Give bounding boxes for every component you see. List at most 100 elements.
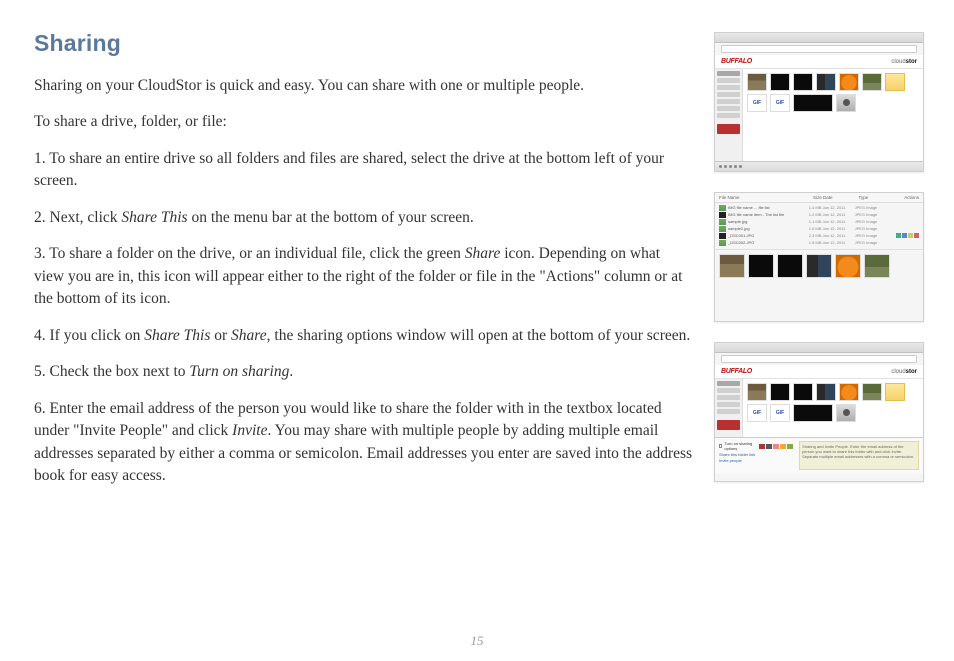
toolbar-icon xyxy=(719,165,722,168)
buffalo-logo: BUFFALO xyxy=(721,58,752,65)
file-type: JPEG Image xyxy=(848,205,883,210)
file-type: JPEG Image xyxy=(848,219,883,224)
file-icon xyxy=(719,233,726,239)
sidebar-item xyxy=(717,85,740,90)
share-link: Share this folder link xyxy=(719,452,755,457)
intro-paragraph: Sharing on your CloudStor is quick and e… xyxy=(34,75,694,97)
thumbnail-image xyxy=(747,73,767,91)
filmstrip-image xyxy=(719,254,745,278)
mini-thumbnails xyxy=(759,444,793,449)
thumbnail-image xyxy=(836,94,856,112)
thumbnail-file: GIF xyxy=(747,404,767,422)
file-actions xyxy=(884,233,919,239)
sidebar-item xyxy=(717,409,740,414)
document-text-column: Sharing Sharing on your CloudStor is qui… xyxy=(34,30,694,502)
screenshot-column: BUFFALO cloudstor xyxy=(714,30,924,502)
list-row: sample2.jpg1.0 MB Jan 12, 2011JPEG Image xyxy=(719,225,919,232)
thumbnail-image xyxy=(793,383,813,401)
list-row: sample.jpg1.1 MB Jan 12, 2011JPEG Image xyxy=(719,218,919,225)
list-row: IMG file name ... file list1.4 MB Jan 12… xyxy=(719,204,919,211)
file-type: JPEG Image xyxy=(848,212,883,217)
sidebar-item xyxy=(717,78,740,83)
list-header-filename: File Name xyxy=(719,195,800,200)
sidebar xyxy=(715,69,743,171)
file-icon xyxy=(719,226,726,232)
thumbnail-image xyxy=(816,383,836,401)
action-icon xyxy=(902,233,907,238)
page-number: 15 xyxy=(0,633,954,649)
filmstrip-image xyxy=(864,254,890,278)
list-header-actions: Actions xyxy=(882,195,919,200)
filmstrip-image xyxy=(777,254,803,278)
screenshot-sharing-panel: BUFFALO cloudstor xyxy=(714,342,924,482)
file-type: JPEG Image xyxy=(848,233,883,238)
file-type: JPEG Image xyxy=(848,226,883,231)
filmstrip-image xyxy=(748,254,774,278)
thumbnail-image xyxy=(836,404,856,422)
share-icon xyxy=(896,233,901,238)
browser-chrome-top xyxy=(715,343,923,353)
file-icon xyxy=(719,219,726,225)
step-5-italic-1: Turn on sharing xyxy=(189,363,289,380)
thumbnail-file: GIF xyxy=(770,404,790,422)
toolbar-icon xyxy=(729,165,732,168)
file-name: _DSC001.JPG xyxy=(728,233,806,238)
file-icon xyxy=(719,240,726,246)
step-4-italic-1: Share This xyxy=(144,327,210,344)
browser-address-bar xyxy=(721,45,917,53)
thumbnail-image xyxy=(747,383,767,401)
sidebar-item xyxy=(717,113,740,118)
screenshot-list-view: File Name Size Date Type Actions IMG fil… xyxy=(714,192,924,322)
step-4-text-c: , the sharing options window will open a… xyxy=(267,327,691,344)
step-2-italic-1: Share This xyxy=(121,209,187,226)
thumbnail-image xyxy=(770,383,790,401)
step-1: 1. To share an entire drive so all folde… xyxy=(34,148,694,193)
file-meta: 1.2 MB Jan 12, 2011 xyxy=(806,212,848,217)
step-3-text-a: 3. To share a folder on the drive, or an… xyxy=(34,245,465,262)
step-4-italic-2: Share xyxy=(231,327,267,344)
sidebar-drive-box xyxy=(717,420,740,430)
filmstrip-captions xyxy=(715,282,923,286)
file-name: sample.jpg xyxy=(728,219,806,224)
app-header: BUFFALO cloudstor xyxy=(715,55,923,69)
list-header-row: File Name Size Date Type Actions xyxy=(715,193,923,203)
browser-address-bar xyxy=(721,355,917,363)
file-meta: 1.0 MB Jan 12, 2011 xyxy=(806,226,848,231)
main-grid-area: GIF GIF xyxy=(743,69,923,171)
step-2-text-b: on the menu bar at the bottom of your sc… xyxy=(188,209,474,226)
file-meta: 1.1 MB Jan 12, 2011 xyxy=(806,219,848,224)
file-name: sample2.jpg xyxy=(728,226,806,231)
sidebar-item xyxy=(717,395,740,400)
sharing-left-column: Turn on sharing options Share this folde… xyxy=(719,441,793,470)
turn-on-sharing-row: Turn on sharing options xyxy=(719,441,793,451)
thumbnail-image xyxy=(862,383,882,401)
list-row: _DSC001.JPG2.3 MB Jan 12, 2011JPEG Image xyxy=(719,232,919,239)
sidebar-item xyxy=(717,106,740,111)
app-header: BUFFALO cloudstor xyxy=(715,365,923,379)
step-4: 4. If you click on Share This or Share, … xyxy=(34,325,694,347)
step-5: 5. Check the box next to Turn on sharing… xyxy=(34,361,694,383)
filmstrip-image xyxy=(806,254,832,278)
list-body: IMG file name ... file list1.4 MB Jan 12… xyxy=(715,203,923,247)
screenshot-grid-view: BUFFALO cloudstor xyxy=(714,32,924,172)
toolbar-icon xyxy=(734,165,737,168)
filmstrip xyxy=(715,249,923,282)
thumbnail-folder xyxy=(885,383,905,401)
toolbar-icon xyxy=(724,165,727,168)
buffalo-logo: BUFFALO xyxy=(721,368,752,375)
thumbnail-image xyxy=(839,383,859,401)
step-5-text-a: 5. Check the box next to xyxy=(34,363,189,380)
section-heading: Sharing xyxy=(34,30,694,57)
toolbar-icon xyxy=(739,165,742,168)
sidebar-item xyxy=(717,388,740,393)
lead-paragraph: To share a drive, folder, or file: xyxy=(34,111,694,133)
sidebar-item xyxy=(717,402,740,407)
sidebar-item xyxy=(717,99,740,104)
thumbnail-image xyxy=(816,73,836,91)
file-name: IMG file name item - The list file xyxy=(728,212,806,217)
file-type: JPEG Image xyxy=(848,240,883,245)
file-icon xyxy=(719,212,726,218)
cloudstor-logo: cloudstor xyxy=(891,59,917,65)
step-2: 2. Next, click Share This on the menu ba… xyxy=(34,207,694,229)
sharing-note-box: Sharing and Invite People. Enter the ema… xyxy=(799,441,919,470)
